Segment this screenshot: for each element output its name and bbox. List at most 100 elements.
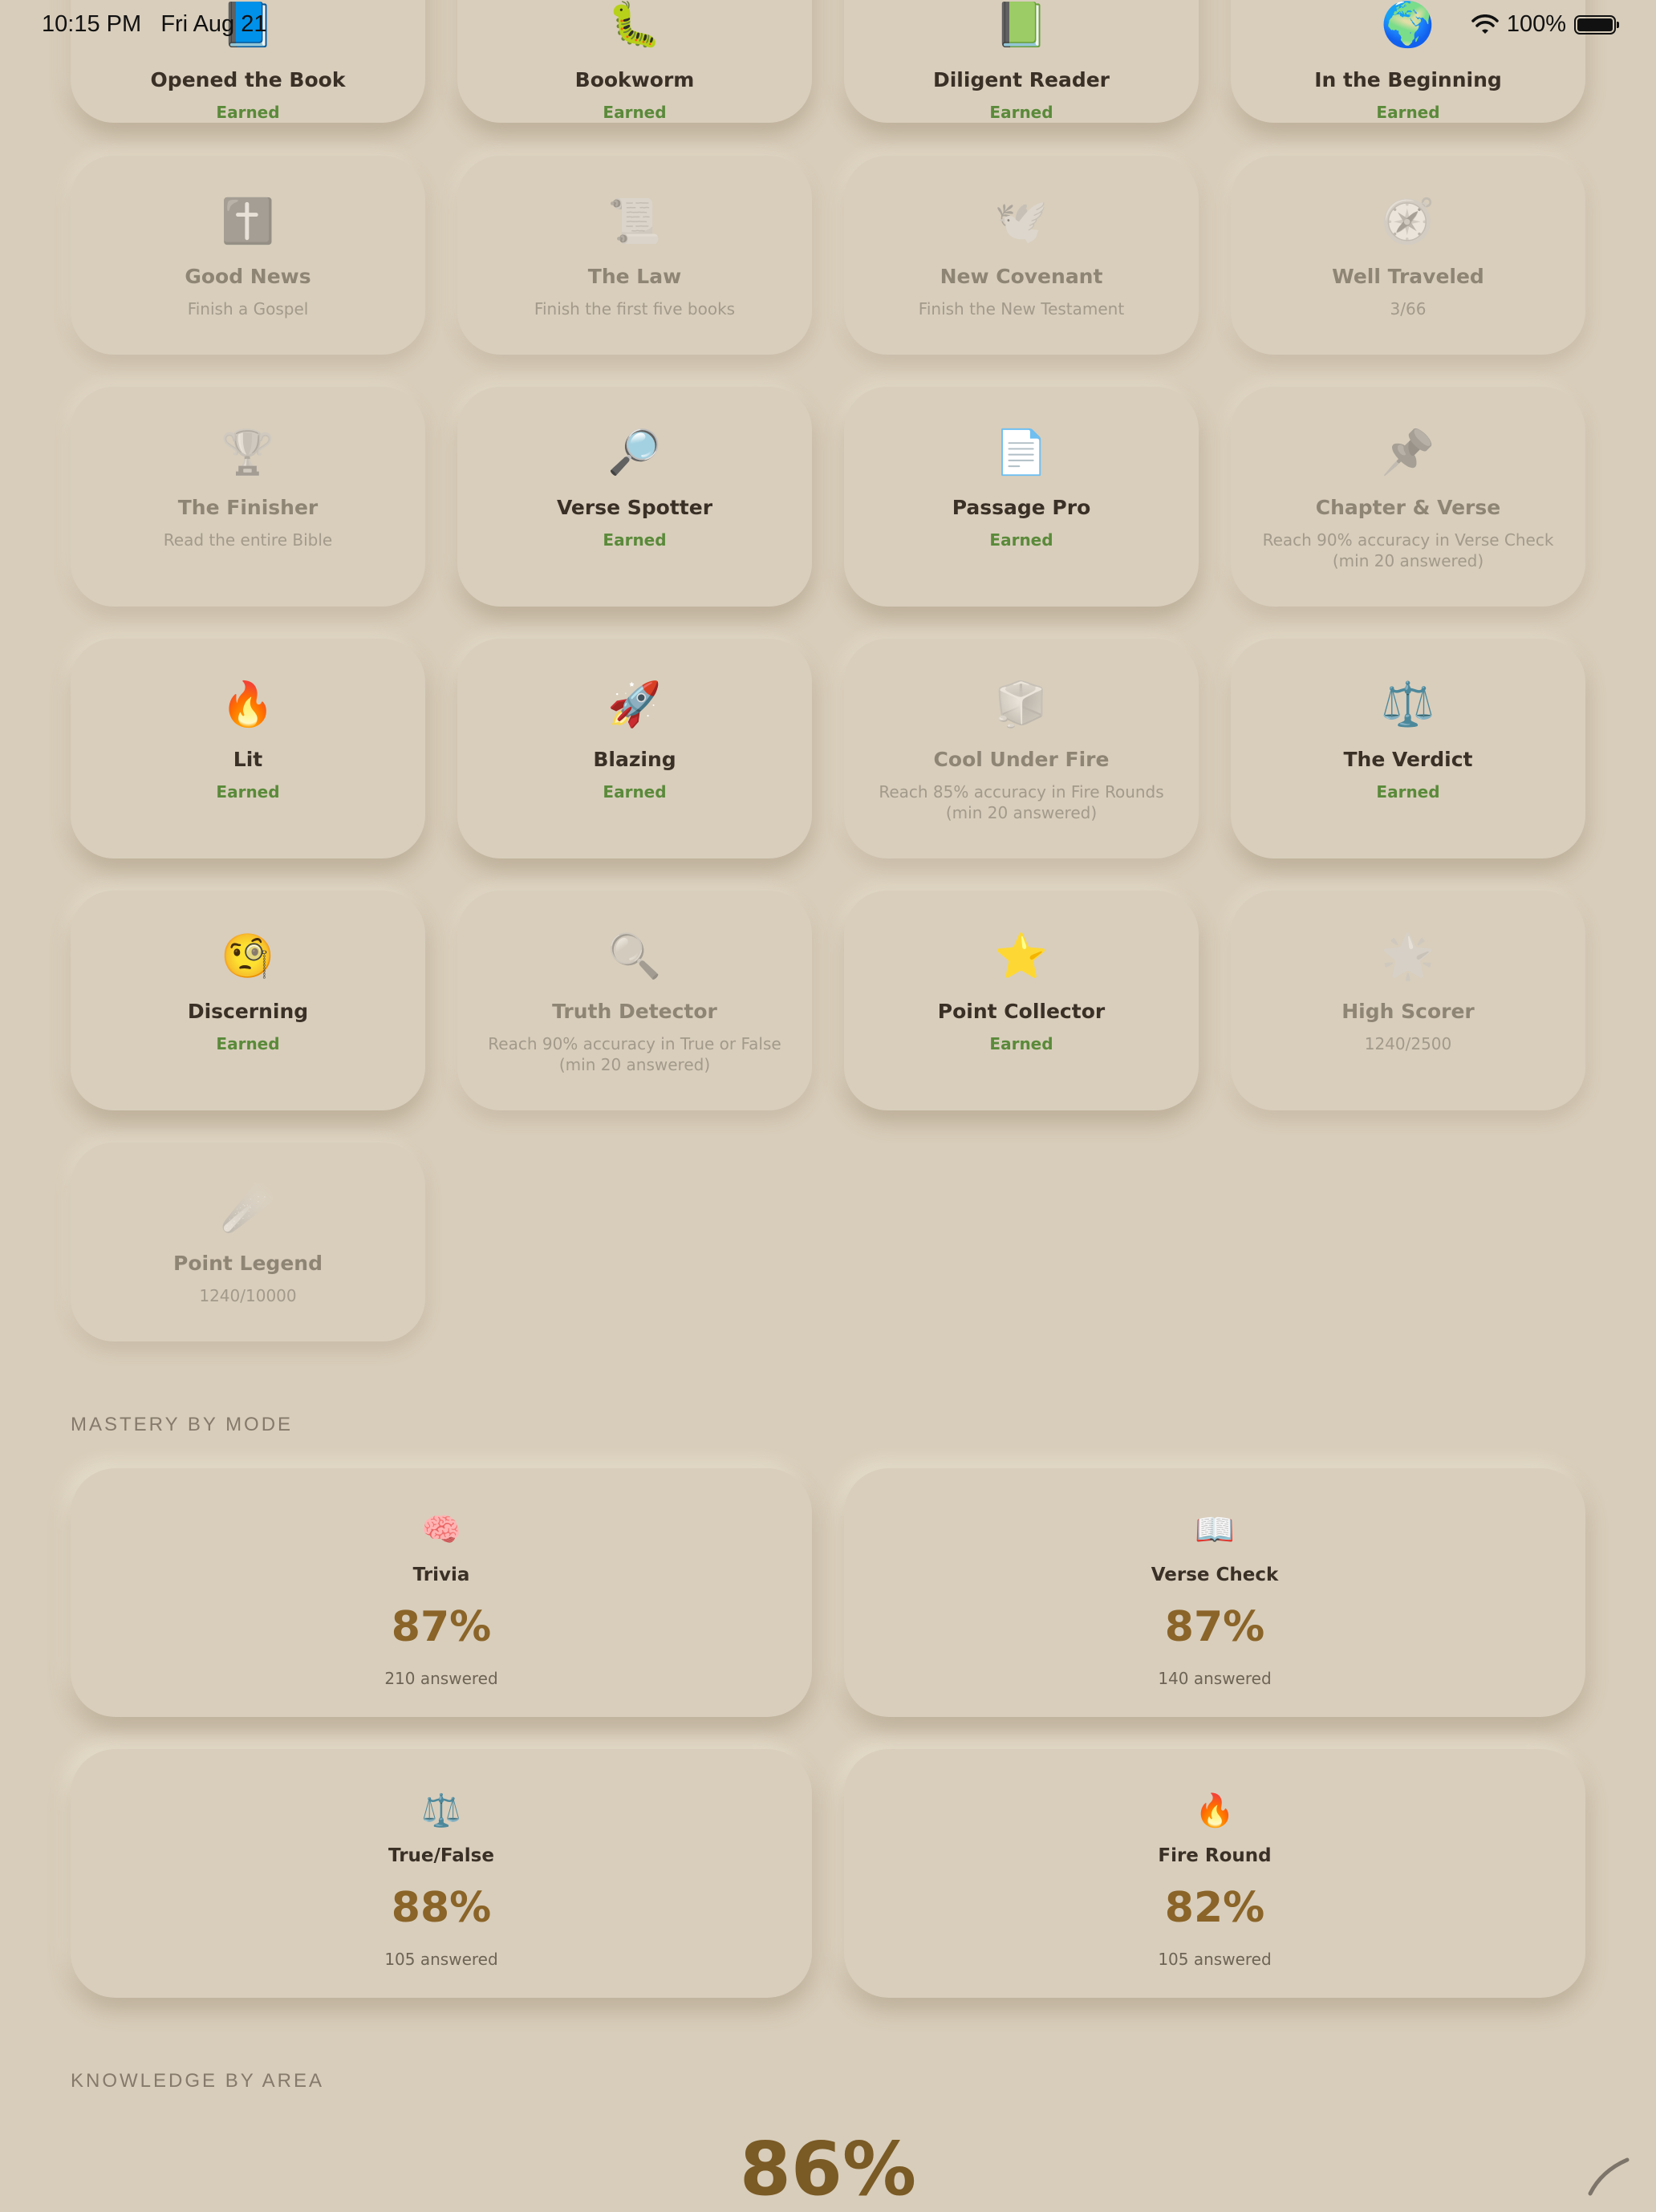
badge-earned-label: Earned	[216, 1034, 280, 1053]
magnifier-right-icon: 🔎	[607, 427, 662, 477]
mode-accuracy: 87%	[1164, 1603, 1265, 1651]
badge-earned-label: Earned	[216, 103, 280, 122]
badge-name: Opened the Book	[150, 68, 346, 91]
badge-name: Diligent Reader	[932, 68, 1110, 91]
scales-icon: ⚖️	[421, 1792, 461, 1829]
badge-card[interactable]: ⚖️ The Verdict Earned	[1231, 639, 1585, 858]
badge-name: The Law	[587, 265, 682, 288]
badge-earned-label: Earned	[1376, 782, 1440, 802]
badge-name: Passage Pro	[952, 496, 1091, 519]
trophy-icon: 🏆	[221, 427, 275, 477]
badge-name: Chapter & Verse	[1315, 496, 1501, 519]
badge-earned-label: Earned	[603, 782, 667, 802]
star-icon: ⭐	[994, 931, 1049, 981]
monocle-face-icon: 🧐	[221, 931, 275, 981]
brain-icon: 🧠	[421, 1512, 461, 1548]
mode-answered-count: 105 answered	[1158, 1950, 1272, 1969]
badge-card[interactable]: 🌟 High Scorer 1240/2500	[1231, 891, 1585, 1110]
badge-requirement: Reach 90% accuracy in True or False (min…	[488, 1034, 781, 1074]
scroll-icon: 📜	[607, 196, 662, 246]
mode-answered-count: 210 answered	[384, 1669, 498, 1688]
badge-card[interactable]: ✝️ Good News Finish a Gospel	[71, 156, 425, 355]
badge-card[interactable]: 🧭 Well Traveled 3/66	[1231, 156, 1585, 355]
scales-icon: ⚖️	[1381, 679, 1435, 729]
status-right: 100%	[1471, 11, 1619, 38]
badge-requirement: Finish a Gospel	[187, 299, 309, 319]
glowing-star-icon: 🌟	[1381, 931, 1435, 981]
knowledge-overall-percent: 86%	[739, 2126, 917, 2212]
mode-name: Verse Check	[1151, 1565, 1279, 1585]
badge-card[interactable]: ☄️ Point Legend 1240/10000	[71, 1143, 425, 1341]
badge-name: Point Legend	[173, 1252, 323, 1275]
clock-time: 10:15 PM	[42, 11, 142, 37]
badge-earned-label: Earned	[603, 103, 667, 122]
mode-name: Trivia	[412, 1565, 470, 1585]
badge-card[interactable]: 🚀 Blazing Earned	[457, 639, 812, 858]
badge-name: Truth Detector	[552, 1000, 717, 1023]
mode-card[interactable]: 🧠 Trivia 87% 210 answered	[71, 1468, 812, 1717]
badge-name: Discerning	[187, 1000, 309, 1023]
badge-card[interactable]: 🔍 Truth Detector Reach 90% accuracy in Tru…	[457, 891, 812, 1110]
badge-name: The Verdict	[1343, 748, 1473, 771]
mode-accuracy: 88%	[391, 1884, 492, 1932]
dove-icon: 🕊️	[994, 196, 1049, 246]
badge-card[interactable]: 📄 Passage Pro Earned	[844, 387, 1199, 607]
badge-requirement: 1240/2500	[1364, 1034, 1452, 1053]
badge-card[interactable]: 🕊️ New Covenant Finish the New Testament	[844, 156, 1199, 355]
badge-requirement: 3/66	[1390, 299, 1427, 319]
mode-answered-count: 105 answered	[384, 1950, 498, 1969]
badge-card[interactable]: 🧐 Discerning Earned	[71, 891, 425, 1110]
badge-name: Well Traveled	[1332, 265, 1484, 288]
badge-name: Lit	[233, 748, 263, 771]
badge-card[interactable]: ⭐ Point Collector Earned	[844, 891, 1199, 1110]
mode-name: Fire Round	[1158, 1845, 1272, 1866]
wifi-icon	[1471, 14, 1499, 34]
open-book-icon: 📖	[1195, 1512, 1235, 1548]
badge-card[interactable]: 🔎 Verse Spotter Earned	[457, 387, 812, 607]
status-bar: 10:15 PM Fri Aug 21 100%	[0, 0, 1656, 51]
badge-earned-label: Earned	[989, 1034, 1053, 1053]
status-time: 10:15 PM Fri Aug 21	[42, 11, 267, 38]
badge-earned-label: Earned	[1376, 103, 1440, 122]
document-icon: 📄	[994, 427, 1049, 477]
knowledge-section-title: KNOWLEDGE BY AREA	[71, 2070, 324, 2092]
mastery-section-title: MASTERY BY MODE	[71, 1414, 294, 1435]
mode-accuracy: 87%	[391, 1603, 492, 1651]
badge-card[interactable]: 📜 The Law Finish the first five books	[457, 156, 812, 355]
badge-requirement: Finish the New Testament	[918, 299, 1125, 319]
badge-card[interactable]: 📌 Chapter & Verse Reach 90% accuracy in Ve…	[1231, 387, 1585, 607]
compass-icon: 🧭	[1381, 196, 1435, 246]
badge-requirement: Finish the first five books	[534, 299, 736, 319]
mode-accuracy: 82%	[1164, 1884, 1265, 1932]
badge-name: New Covenant	[940, 265, 1103, 288]
battery-icon	[1574, 14, 1619, 34]
badge-name: Bookworm	[574, 68, 695, 91]
badge-card[interactable]: 🧊 Cool Under Fire Reach 85% accuracy in Fi…	[844, 639, 1199, 858]
badge-earned-label: Earned	[603, 530, 667, 550]
fire-icon: 🔥	[1195, 1792, 1235, 1829]
badge-requirement: 1240/10000	[199, 1286, 297, 1305]
mode-card[interactable]: 🔥 Fire Round 82% 105 answered	[844, 1749, 1585, 1998]
badge-name: Good News	[185, 265, 311, 288]
badge-name: Verse Spotter	[556, 496, 713, 519]
badge-card[interactable]: 🔥 Lit Earned	[71, 639, 425, 858]
badge-requirement: Reach 90% accuracy in Verse Check (min 2…	[1262, 530, 1554, 570]
badge-earned-label: Earned	[216, 782, 280, 802]
badge-name: High Scorer	[1341, 1000, 1475, 1023]
pushpin-icon: 📌	[1381, 427, 1435, 477]
mode-card[interactable]: ⚖️ True/False 88% 105 answered	[71, 1749, 812, 1998]
battery-percent: 100%	[1506, 11, 1566, 37]
magnifier-left-icon: 🔍	[607, 931, 662, 981]
mode-name: True/False	[388, 1845, 494, 1866]
badge-name: The Finisher	[177, 496, 319, 519]
mode-card[interactable]: 📖 Verse Check 87% 140 answered	[844, 1468, 1585, 1717]
badge-name: Cool Under Fire	[933, 748, 1110, 771]
cross-icon: ✝️	[221, 196, 275, 246]
badge-name: Blazing	[593, 748, 676, 771]
badge-name: Point Collector	[937, 1000, 1106, 1023]
badge-name: In the Beginning	[1314, 68, 1502, 91]
ice-cube-icon: 🧊	[994, 679, 1049, 729]
mode-answered-count: 140 answered	[1158, 1669, 1272, 1688]
loading-arc-icon	[1588, 2157, 1630, 2196]
badge-card[interactable]: 🏆 The Finisher Read the entire Bible	[71, 387, 425, 607]
